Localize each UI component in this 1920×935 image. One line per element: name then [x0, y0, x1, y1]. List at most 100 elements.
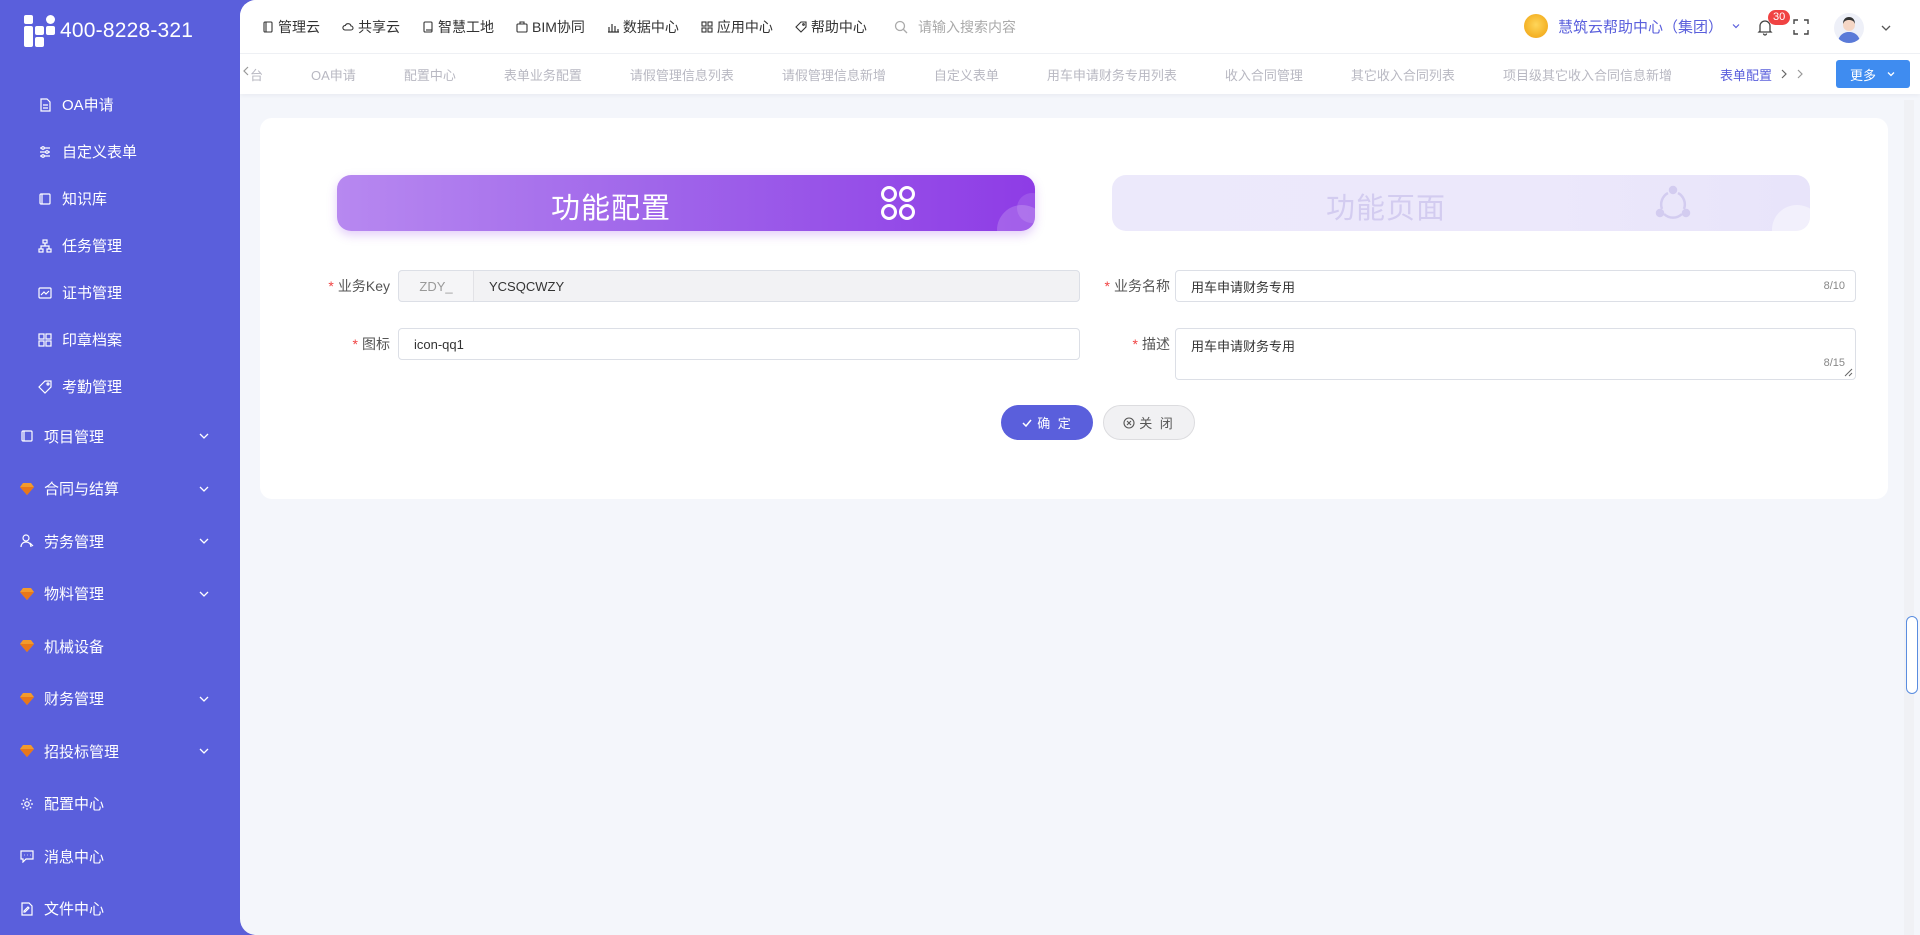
topnav-label: 帮助中心 — [810, 19, 867, 35]
sidebar-group-label: 劳务管理 — [44, 533, 105, 551]
grid-icon — [38, 332, 52, 347]
close-button[interactable]: 关 闭 — [1103, 405, 1195, 440]
top-bar: 管理云 共享云 智慧工地 BIM协同 数据中心 应用中心 帮助中心 请输入搜索内… — [240, 0, 1920, 54]
sidebar: 400-8228-321 OA申请 自定义表单 知识库 任务管理 证书管理 印章… — [0, 0, 240, 935]
business-key-prefix: ZDY_ — [399, 271, 474, 301]
sidebar-group-labor[interactable]: 劳务管理 — [0, 515, 240, 568]
icon-input[interactable]: icon-qq1 — [398, 328, 1080, 360]
topnav-manage-cloud[interactable]: 管理云 — [262, 17, 320, 37]
sidebar-item-label: 证书管理 — [62, 285, 123, 302]
sidebar-group-project[interactable]: 项目管理 — [0, 410, 240, 463]
business-name-label: * 业务名称 — [1104, 278, 1170, 294]
sidebar-group-label: 财务管理 — [44, 691, 105, 709]
sidebar-item-custom-form[interactable]: 自定义表单 — [0, 128, 240, 175]
topnav-share-cloud[interactable]: 共享云 — [342, 17, 400, 37]
topnav-label: 智慧工地 — [438, 19, 494, 35]
resize-handle-icon[interactable] — [1844, 368, 1853, 377]
description-textarea[interactable]: 用车申请财务专用 8/15 — [1175, 328, 1856, 380]
tab-item[interactable]: 配置中心 — [404, 65, 456, 84]
gem-icon — [20, 639, 34, 653]
tab-item[interactable]: 其它收入合同列表 — [1351, 65, 1455, 84]
tab-item[interactable]: OA申请 — [311, 65, 356, 84]
sidebar-group-config[interactable]: 配置中心 — [0, 778, 240, 831]
box-icon — [516, 21, 528, 33]
tab-item-active[interactable]: 表单配置 — [1720, 65, 1772, 84]
more-tabs-button[interactable]: 更多 — [1836, 60, 1910, 88]
business-key-field: ZDY_ YCSQCWZY — [398, 270, 1080, 302]
document-icon — [263, 21, 273, 33]
description-counter: 8/15 — [1823, 357, 1845, 369]
fullscreen-icon[interactable] — [1793, 19, 1809, 35]
tab-item[interactable]: 表单业务配置 — [504, 65, 582, 84]
scrollbar-track[interactable] — [1904, 100, 1914, 935]
confirm-button[interactable]: 确 定 — [1001, 405, 1093, 440]
topnav-label: 管理云 — [278, 19, 320, 35]
sidebar-item-attendance[interactable]: 考勤管理 — [0, 363, 240, 410]
tag-icon — [795, 21, 807, 33]
description-label: * 描述 — [1132, 336, 1170, 352]
tab-item[interactable]: 台 — [250, 65, 263, 84]
sidebar-group-contract[interactable]: 合同与结算 — [0, 463, 240, 516]
book-icon — [20, 429, 34, 443]
topnav-bim[interactable]: BIM协同 — [516, 17, 585, 37]
search-icon — [894, 20, 908, 34]
sidebar-group-material[interactable]: 物料管理 — [0, 568, 240, 621]
sidebar-group-message[interactable]: 消息中心 — [0, 830, 240, 883]
close-label: 关 闭 — [1139, 416, 1175, 431]
sidebar-item-label: OA申请 — [62, 97, 114, 114]
chevron-down-icon — [1887, 72, 1895, 77]
sidebar-group-label: 合同与结算 — [44, 481, 120, 499]
tab-item[interactable]: 用车申请财务专用列表 — [1047, 65, 1177, 84]
help-center-dropdown[interactable]: 慧筑云帮助中心（集团） — [1524, 14, 1741, 38]
chevron-down-icon — [199, 538, 209, 545]
sidebar-group-label: 机械设备 — [44, 638, 105, 656]
tab-item[interactable]: 自定义表单 — [934, 65, 999, 84]
sidebar-group-file[interactable]: 文件中心 — [0, 883, 240, 935]
logo[interactable]: 400-8228-321 — [24, 12, 193, 50]
sidebar-group-label: 项目管理 — [44, 428, 105, 446]
chevron-right-icon[interactable] — [1776, 67, 1790, 81]
sidebar-group-bidding[interactable]: 招投标管理 — [0, 725, 240, 778]
sidebar-group-label: 消息中心 — [44, 848, 105, 866]
scrollbar-thumb[interactable] — [1906, 616, 1918, 694]
grid-icon — [701, 21, 713, 33]
sidebar-group-label: 招投标管理 — [44, 743, 120, 761]
notification-badge: 30 — [1768, 10, 1791, 25]
logo-icon — [24, 15, 56, 47]
function-config-title: 功能配置 — [551, 193, 672, 225]
business-name-input[interactable]: 用车申请财务专用 8/10 — [1175, 270, 1856, 302]
confirm-label: 确 定 — [1037, 416, 1073, 431]
tab-item[interactable]: 请假管理信息列表 — [630, 65, 734, 84]
tab-item[interactable]: 项目级其它收入合同信息新增 — [1503, 65, 1672, 84]
chevron-down-icon[interactable] — [1880, 22, 1892, 34]
icon-label: * 图标 — [352, 336, 390, 352]
sidebar-item-seal[interactable]: 印章档案 — [0, 316, 240, 363]
sidebar-item-oa[interactable]: OA申请 — [0, 81, 240, 128]
topnav-smart-site[interactable]: 智慧工地 — [422, 17, 494, 37]
chevron-right-icon[interactable] — [1792, 67, 1806, 81]
sidebar-item-task[interactable]: 任务管理 — [0, 222, 240, 269]
tab-item[interactable]: 请假管理信息新增 — [782, 65, 886, 84]
sidebar-item-certificate[interactable]: 证书管理 — [0, 269, 240, 316]
certificate-icon — [38, 286, 52, 300]
topnav-app-center[interactable]: 应用中心 — [701, 17, 773, 37]
topnav-data-center[interactable]: 数据中心 — [607, 17, 679, 37]
bar-chart-icon — [607, 24, 619, 33]
chevron-down-icon — [199, 433, 209, 440]
sidebar-item-knowledge[interactable]: 知识库 — [0, 175, 240, 222]
search-input[interactable] — [918, 19, 1168, 35]
function-config-banner[interactable]: 功能配置 — [337, 175, 1035, 231]
banner-decoration — [1772, 205, 1810, 231]
user-avatar[interactable] — [1834, 13, 1864, 43]
chevron-down-icon — [199, 591, 209, 597]
gear-icon — [20, 797, 34, 811]
function-page-banner[interactable]: 功能页面 — [1112, 175, 1810, 231]
sidebar-group-finance[interactable]: 财务管理 — [0, 673, 240, 726]
tab-list: 台 OA申请 配置中心 表单业务配置 请假管理信息列表 请假管理信息新增 自定义… — [250, 54, 1830, 94]
sidebar-group-machinery[interactable]: 机械设备 — [0, 620, 240, 673]
book-icon — [423, 21, 433, 33]
icon-value: icon-qq1 — [414, 336, 464, 352]
tab-item[interactable]: 收入合同管理 — [1225, 65, 1303, 84]
topnav-help-center[interactable]: 帮助中心 — [795, 17, 867, 37]
business-name-value: 用车申请财务专用 — [1191, 279, 1296, 295]
